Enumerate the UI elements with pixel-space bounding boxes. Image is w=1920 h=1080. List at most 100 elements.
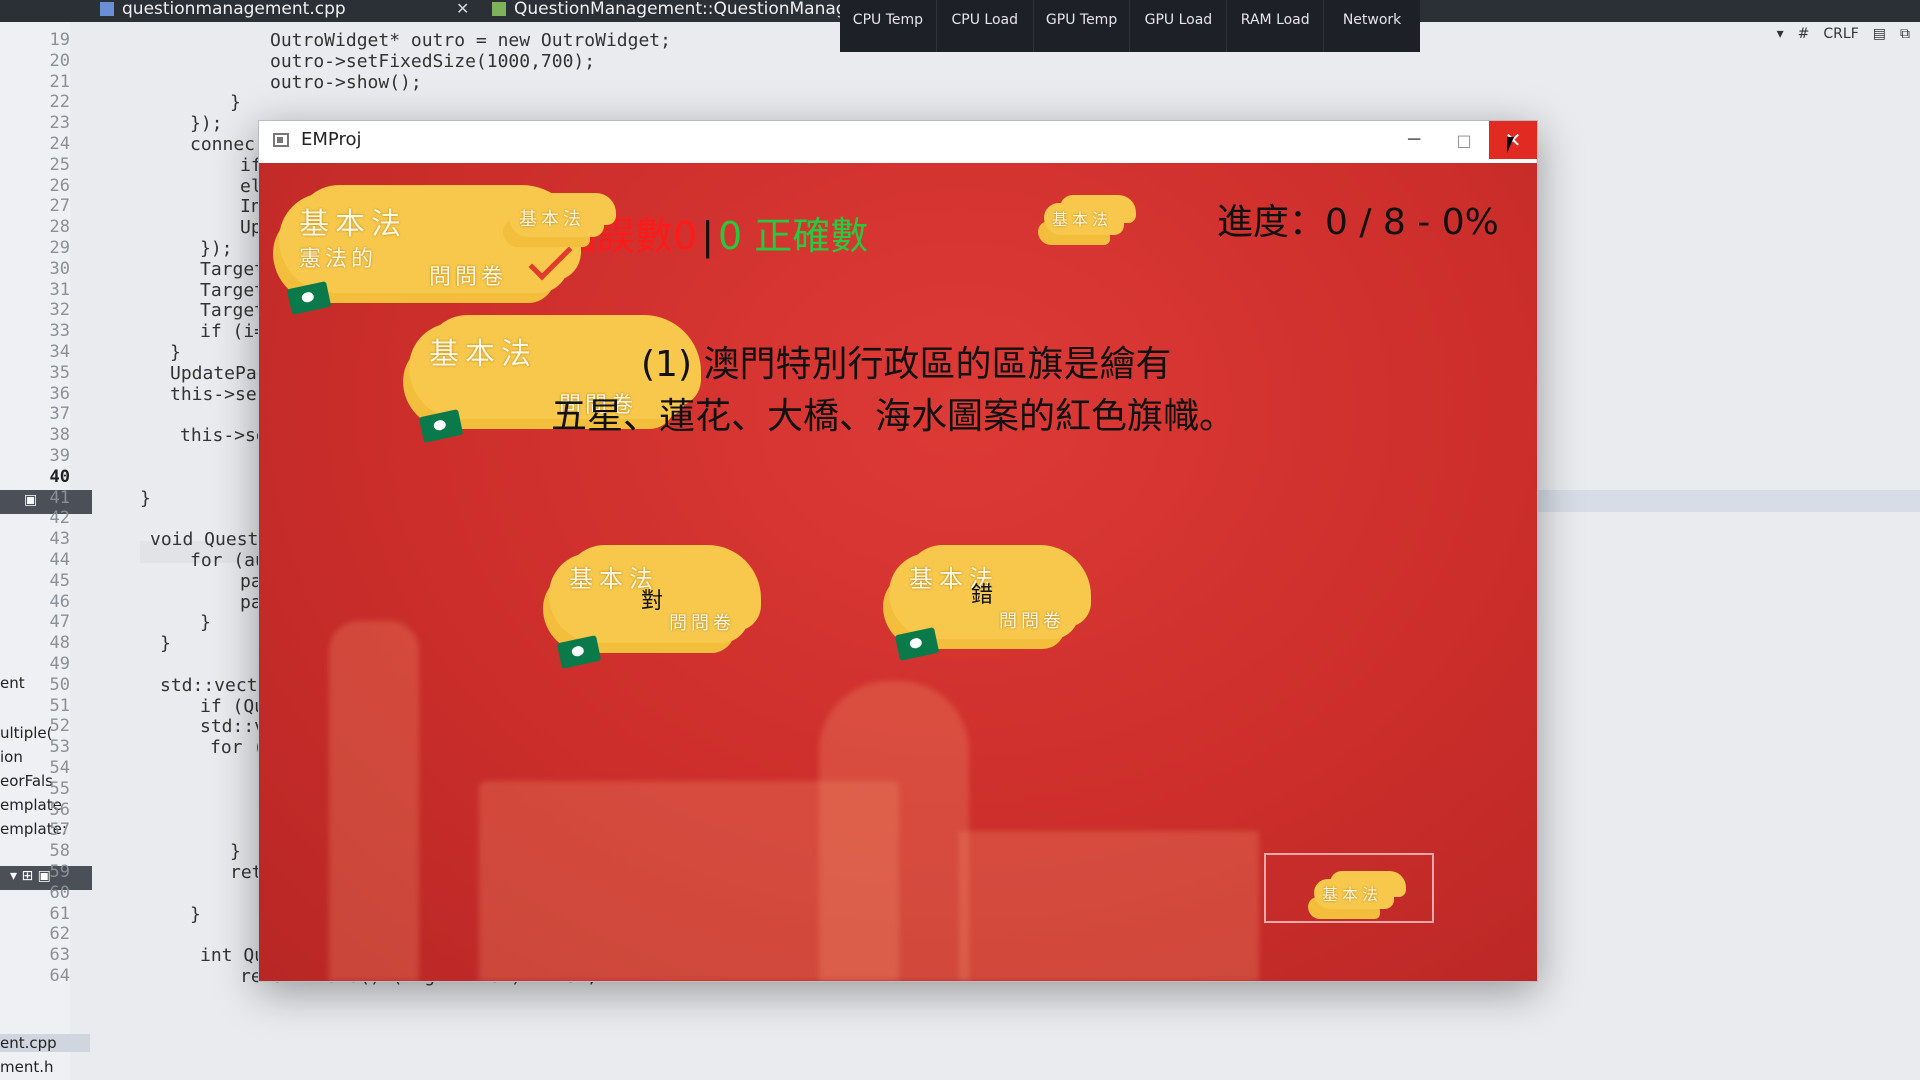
tab-questionmanagement-cpp[interactable]: questionmanagement.cpp [100, 0, 346, 22]
hash-indicator: # [1797, 26, 1810, 42]
line-number: 32 [49, 300, 70, 321]
line-number: 29 [49, 238, 70, 258]
line-number: 58 [49, 841, 70, 862]
tower-silhouette [819, 681, 969, 981]
line-number: 26 [49, 175, 70, 196]
line-number: 40 [49, 466, 70, 487]
window-titlebar[interactable]: EMProj ─ □ ✕ [259, 121, 1537, 163]
maximize-button[interactable]: □ [1449, 127, 1479, 155]
tab-questionmanager-symbol[interactable]: QuestionManagement::QuestionManager [492, 0, 864, 22]
ruins-silhouette [329, 621, 419, 981]
line-number: 61 [49, 903, 70, 924]
question-line-2: 五星、蓮花、大橋、海水圖案的紅色旗幟。 [551, 396, 1236, 437]
code-line: if (i= [200, 321, 266, 343]
code-line: } [230, 92, 241, 114]
code-line: outro->setFixedSize(1000,700); [270, 50, 596, 72]
score-separator: | [701, 214, 715, 258]
code-line: outro->show(); [270, 71, 422, 93]
code-line: Target [200, 279, 266, 301]
tab-close-icon[interactable]: ✕ [456, 0, 469, 18]
code-line: Target [200, 300, 266, 322]
line-number: 19 [49, 30, 70, 50]
macau-flag-icon [556, 635, 602, 669]
line-number: 60 [49, 882, 70, 903]
code-line: } [200, 612, 211, 634]
line-number: 23 [49, 113, 70, 134]
code-line: } [230, 841, 241, 863]
line-number: 43 [49, 529, 70, 550]
selection-band [1500, 490, 1920, 512]
split-icon[interactable]: ⧉ [1900, 26, 1910, 42]
code-line: OutroWidget* outro = new OutroWidget; [270, 30, 671, 51]
metric-cpu-temp: CPU Temp [840, 0, 937, 52]
line-number: 20 [49, 50, 70, 71]
line-number: 25 [49, 154, 70, 175]
line-ending-indicator[interactable]: CRLF [1823, 26, 1858, 42]
tab-label: QuestionManagement::QuestionManager [514, 0, 865, 19]
line-number: 21 [49, 71, 70, 92]
code-line: } [140, 487, 151, 509]
line-number: 37 [49, 404, 70, 425]
checkmark-icon [528, 236, 573, 281]
code-line: } [170, 342, 181, 363]
line-number: 22 [49, 92, 70, 113]
answer-false-button[interactable]: 基本法 問問卷 錯 [889, 553, 1079, 661]
progress-text: 進度：0 / 8 - 0% [1217, 202, 1499, 243]
line-number: 52 [49, 716, 70, 737]
code-line: connec [190, 134, 256, 155]
next-badge-logo: 基本法 [1314, 879, 1394, 909]
metric-network: Network [1342, 12, 1402, 28]
line-number: 31 [49, 279, 70, 300]
line-number: 62 [49, 924, 70, 945]
metric-ram-load: RAM Load [1227, 0, 1325, 52]
answer-true-button[interactable]: 基本法 問問卷 對 [549, 553, 749, 669]
metric-cpu-load: CPU Load [937, 0, 1034, 52]
line-number: 57 [49, 820, 70, 841]
line-number: 44 [49, 550, 70, 570]
line-number: 47 [49, 612, 70, 633]
minimize-button[interactable]: ─ [1399, 127, 1429, 155]
line-number: 49 [49, 654, 70, 674]
window-title: EMProj [301, 129, 362, 150]
class-icon [492, 2, 506, 16]
line-number: 27 [49, 196, 70, 217]
line-number: 39 [49, 446, 70, 466]
line-number: 53 [49, 737, 70, 758]
document-icon[interactable]: ▤ [1873, 26, 1886, 42]
app-icon [273, 133, 289, 147]
line-number: 54 [49, 758, 70, 778]
score-display: 錯誤數0 | 0 正確數 [559, 205, 868, 260]
line-number: 36 [49, 383, 70, 404]
line-number: 64 [49, 966, 70, 986]
line-number: 38 [49, 425, 70, 446]
lowrise-silhouette [959, 831, 1259, 981]
next-button[interactable]: 基本法 [1264, 853, 1434, 923]
wrong-count: 0 [673, 214, 698, 258]
editor-status-line: ▾ # CRLF ▤ ⧉ [1480, 22, 1920, 46]
mouse-cursor-icon [1507, 137, 1521, 153]
line-number: 48 [49, 633, 70, 654]
line-number: 28 [49, 217, 70, 238]
line-number: 35 [49, 362, 70, 383]
code-line: }); [190, 113, 223, 135]
chevron-down-icon[interactable]: ▾ [1777, 26, 1784, 42]
line-number: 42 [49, 508, 70, 529]
hardware-monitor-bar: CPU Temp CPU Load GPU Temp GPU Load RAM … [840, 0, 1420, 52]
macau-flag-icon [286, 281, 332, 315]
badge-decoration: 基本法 [1044, 203, 1124, 235]
metric-gpu-load: GPU Load [1130, 0, 1228, 52]
macau-flag-icon [894, 627, 940, 661]
line-number: 51 [49, 695, 70, 716]
right-count: 0 [718, 214, 743, 258]
line-number-gutter: 19 20 21 22 23 24 25 26 27 28 29 30 31 32 33 34 35 36 37 38… [0, 22, 90, 1080]
question-line-1: (1) 澳門特別行政區的區旗是繪有 [641, 344, 1172, 385]
line-number: 56 [49, 799, 70, 820]
line-number: 50 [49, 674, 70, 695]
macau-flag-icon [418, 409, 464, 443]
line-number: 41 [49, 487, 70, 508]
line-number: 34 [49, 342, 70, 362]
badge-decoration: 基本法 [509, 201, 604, 237]
line-number: 45 [49, 570, 70, 591]
code-line: } [160, 633, 171, 655]
emproj-window: EMProj ─ □ ✕ 錯誤數0 | 0 正確數 進度：0 / 8 - 0% 基本… [258, 120, 1538, 982]
